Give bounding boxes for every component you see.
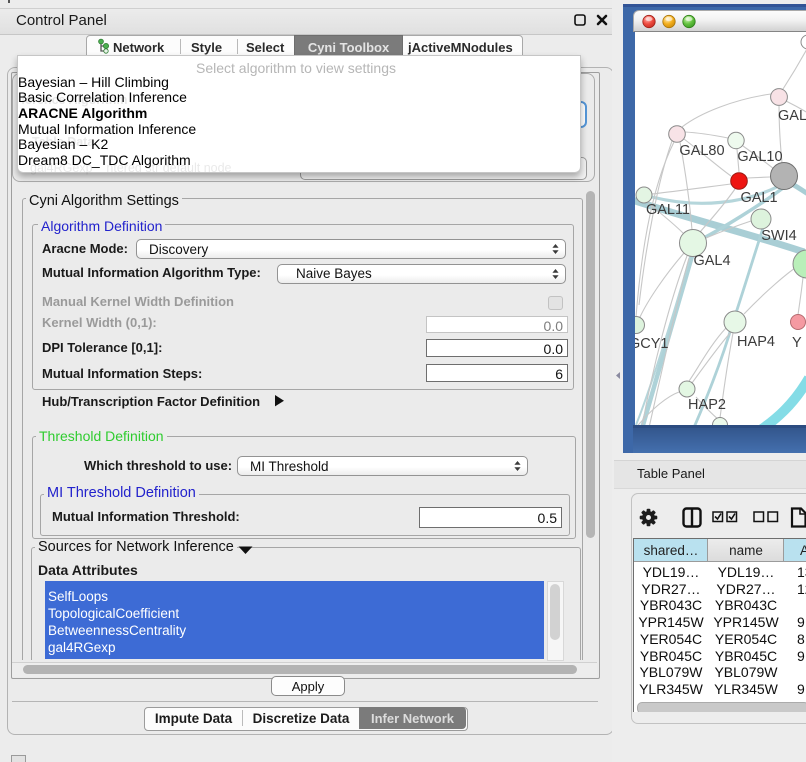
svg-text:HAP2: HAP2 xyxy=(688,397,726,413)
svg-text:GAL4: GAL4 xyxy=(693,253,730,269)
svg-text:GAL1: GAL1 xyxy=(740,190,777,206)
svg-text:GAL80: GAL80 xyxy=(679,143,724,159)
svg-text:GAL7: GAL7 xyxy=(778,108,806,124)
svg-text:HAP4: HAP4 xyxy=(737,334,775,350)
svg-text:SWI4: SWI4 xyxy=(761,228,796,244)
svg-text:GAL11: GAL11 xyxy=(646,202,690,218)
svg-text:Y: Y xyxy=(792,335,802,351)
svg-text:GAL10: GAL10 xyxy=(737,149,782,165)
svg-text:GCY1: GCY1 xyxy=(635,336,669,352)
